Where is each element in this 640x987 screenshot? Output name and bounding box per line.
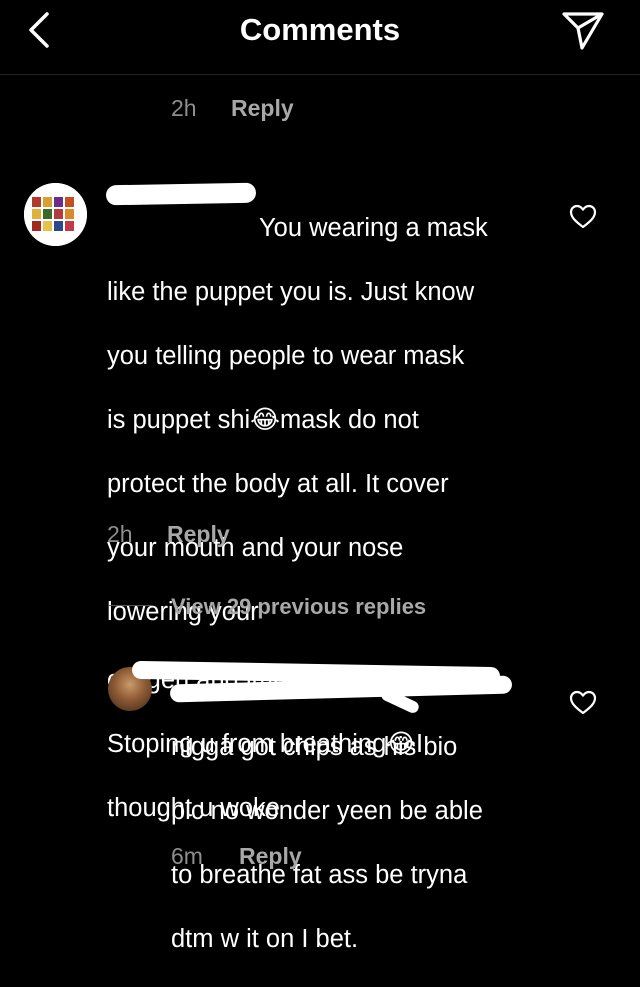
comment-line: is puppet shi😂mask do not xyxy=(107,406,419,434)
reply-line: dtm w it on I bet. xyxy=(171,925,359,953)
previous-comment-reply-button[interactable]: Reply xyxy=(231,95,294,122)
reply-text: nigga got chips as his bio pic no wonder… xyxy=(171,699,601,987)
previous-comment-time: 2h xyxy=(171,95,197,121)
comment-line: you telling people to wear mask xyxy=(107,342,465,370)
reply-line: to breathe fat ass be tryna xyxy=(171,861,468,889)
thread-divider-line xyxy=(108,605,152,606)
commenter-avatar[interactable] xyxy=(24,183,87,246)
send-icon[interactable] xyxy=(560,8,606,54)
comment-reply-button[interactable]: Reply xyxy=(167,521,230,548)
comment-time: 2h xyxy=(107,521,133,547)
reply-reply-button[interactable]: Reply xyxy=(239,843,302,870)
like-heart-icon[interactable] xyxy=(569,689,597,717)
view-previous-replies-button[interactable]: View 29 previous replies xyxy=(171,594,426,620)
comment-line: You wearing a mask xyxy=(259,214,488,242)
comment-line: protect the body at all. It cover xyxy=(107,470,449,498)
header-bar: Comments xyxy=(0,0,640,75)
reply-time: 6m xyxy=(171,843,203,869)
reply-line: nigga got chips as his bio xyxy=(171,733,458,761)
reply-line: pic no wonder yeen be able xyxy=(171,797,483,825)
page-title: Comments xyxy=(239,12,401,47)
chips-avatar-image xyxy=(24,183,87,246)
like-heart-icon[interactable] xyxy=(569,203,597,231)
comment-line: like the puppet you is. Just know xyxy=(107,278,475,306)
